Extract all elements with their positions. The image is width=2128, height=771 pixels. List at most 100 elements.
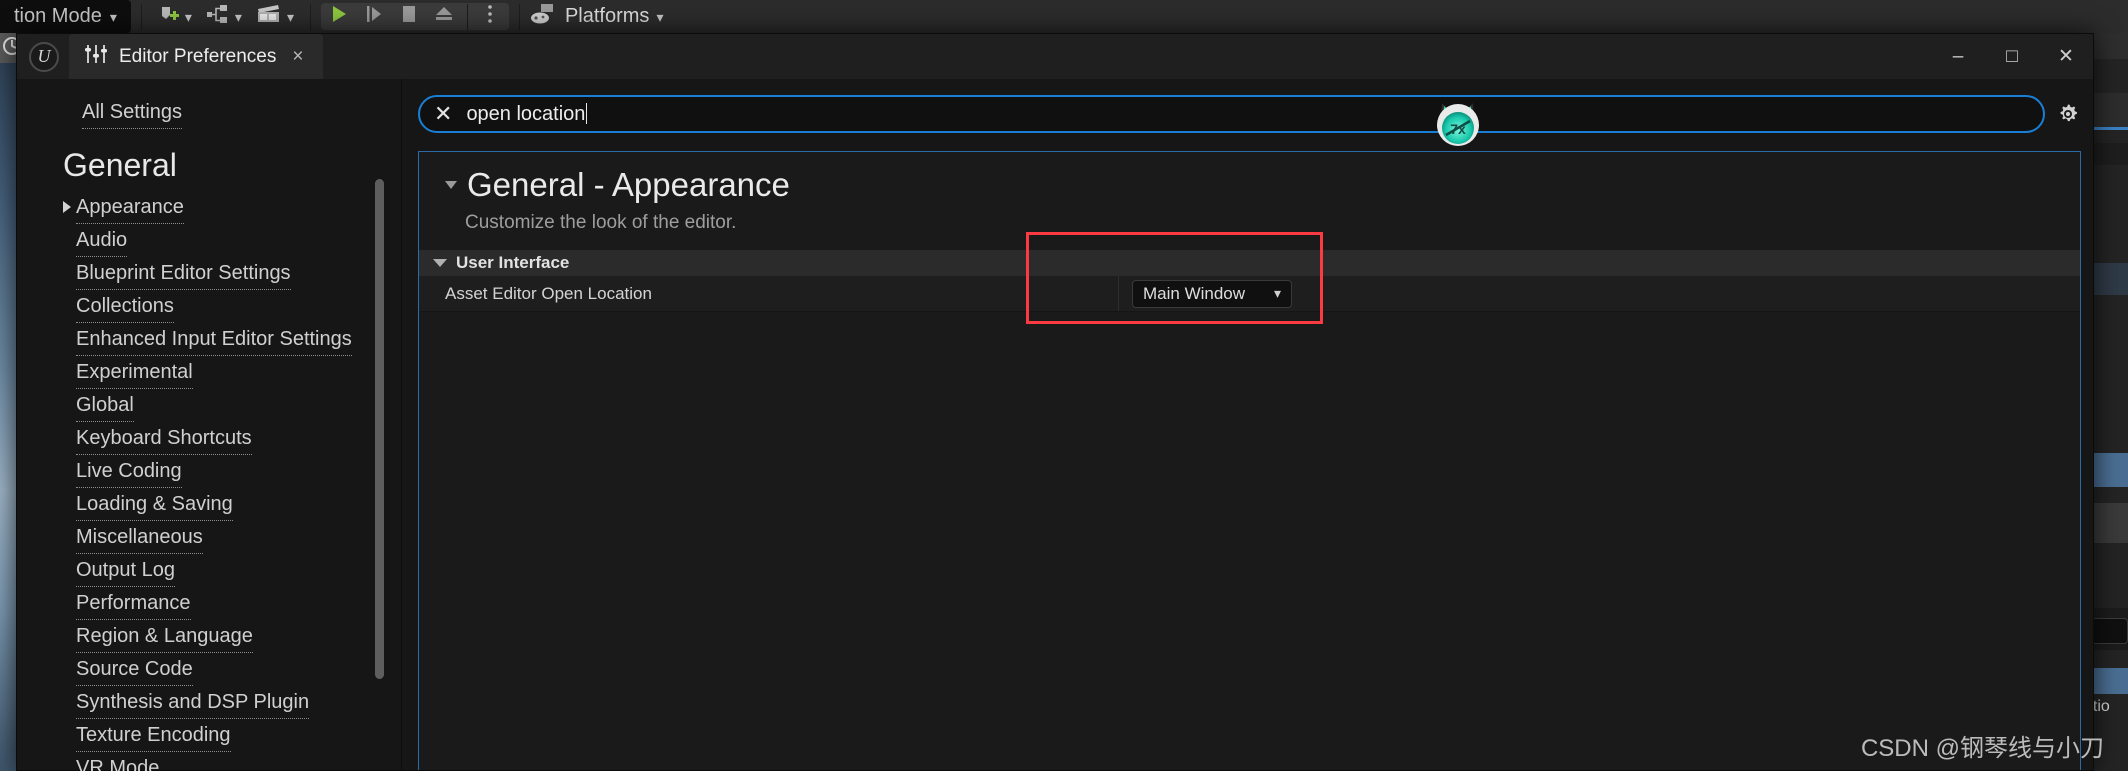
- play-overflow-button[interactable]: [474, 4, 507, 29]
- blueprints-button[interactable]: ▾: [200, 0, 248, 33]
- close-icon[interactable]: ×: [288, 45, 307, 68]
- sidebar-item-source-code[interactable]: Source Code: [17, 652, 401, 686]
- sidebar-item-enhanced-input-editor-settings[interactable]: Enhanced Input Editor Settings: [17, 322, 401, 356]
- chevron-right-icon[interactable]: [63, 200, 71, 213]
- blueprint-node-icon: [206, 4, 230, 29]
- sidebar-item-label[interactable]: Region & Language: [76, 619, 253, 653]
- search-input[interactable]: ✕ open location: [418, 95, 2045, 133]
- selection-mode-tab[interactable]: tion Mode ▾: [0, 0, 131, 33]
- spacer-icon: [63, 597, 71, 609]
- sidebar-item-audio[interactable]: Audio: [17, 223, 401, 257]
- sidebar-item-texture-encoding[interactable]: Texture Encoding: [17, 718, 401, 752]
- chevron-down-icon: ▾: [109, 8, 117, 25]
- chevron-down-icon: ▾: [656, 8, 664, 25]
- sidebar-item-label[interactable]: Performance: [76, 586, 191, 620]
- sidebar-item-loading-and-saving[interactable]: Loading & Saving: [17, 487, 401, 521]
- selection-mode-label: tion Mode: [14, 5, 102, 27]
- chevron-down-icon[interactable]: [433, 259, 447, 267]
- toolbar-create-group: ▾ ▾ ▾: [152, 0, 300, 34]
- eject-button[interactable]: [428, 4, 461, 29]
- eject-icon: [434, 5, 454, 28]
- sidebar-item-label[interactable]: Experimental: [76, 355, 193, 389]
- add-content-button[interactable]: ▾: [152, 0, 198, 34]
- sidebar-item-synthesis-and-dsp-plugin[interactable]: Synthesis and DSP Plugin: [17, 685, 401, 719]
- sidebar-item-label[interactable]: Live Coding: [76, 454, 182, 488]
- page-title: General - Appearance: [467, 166, 790, 203]
- sidebar-item-all-settings[interactable]: All Settings: [82, 95, 183, 129]
- sidebar-item-label[interactable]: Loading & Saving: [76, 487, 233, 521]
- sidebar-item-vr-mode[interactable]: VR Mode: [17, 751, 401, 771]
- spacer-icon: [63, 531, 71, 543]
- sidebar-item-miscellaneous[interactable]: Miscellaneous: [17, 520, 401, 554]
- settings-sidebar: All Settings General Appearance Audio Bl…: [17, 79, 402, 771]
- sidebar-item-output-log[interactable]: Output Log: [17, 553, 401, 587]
- gear-icon[interactable]: [2055, 101, 2081, 127]
- unreal-engine-logo-icon: U: [29, 41, 59, 72]
- editor-main-toolbar: tion Mode ▾ ▾ ▾ ▾ Platforms ▾: [0, 0, 2128, 33]
- panel-header[interactable]: General - Appearance: [419, 152, 2080, 204]
- sidebar-scrollbar[interactable]: [375, 179, 384, 679]
- chevron-down-icon: ▾: [286, 8, 294, 25]
- maximize-button[interactable]: □: [1985, 34, 2039, 79]
- platforms-button[interactable]: Platforms ▾: [530, 3, 664, 31]
- details-panel-field[interactable]: [2090, 618, 2128, 644]
- sidebar-item-label[interactable]: Output Log: [76, 553, 175, 587]
- category-header-user-interface[interactable]: User Interface: [419, 250, 2080, 276]
- sidebar-item-global[interactable]: Global: [17, 388, 401, 422]
- sidebar-item-label[interactable]: VR Mode: [76, 751, 159, 771]
- toolbar-divider: [466, 3, 468, 30]
- play-triangle-icon: [329, 4, 349, 29]
- settings-panel: General - Appearance Customize the look …: [418, 151, 2081, 770]
- sidebar-item-appearance[interactable]: Appearance: [17, 190, 401, 224]
- window-title: Editor Preferences: [119, 45, 277, 67]
- sidebar-item-region-and-language[interactable]: Region & Language: [17, 619, 401, 653]
- chevron-down-icon[interactable]: [445, 181, 457, 189]
- stop-square-icon: [400, 5, 418, 28]
- minimize-button[interactable]: –: [1931, 34, 1985, 79]
- settings-content: ✕ open location General - Appearance Cus…: [402, 79, 2093, 770]
- close-button[interactable]: ✕: [2039, 34, 2093, 79]
- sidebar-item-label[interactable]: Appearance: [76, 190, 184, 224]
- sidebar-item-label[interactable]: Global: [76, 388, 134, 422]
- window-body: All Settings General Appearance Audio Bl…: [17, 79, 2093, 771]
- spacer-icon: [63, 498, 71, 510]
- x-clear-icon[interactable]: ✕: [434, 103, 452, 125]
- spacer-icon: [63, 564, 71, 576]
- property-value-cell: Main Window ▾: [1119, 279, 1292, 308]
- spacer-icon: [63, 729, 71, 741]
- toolbar-divider: [140, 3, 142, 30]
- cat-cursor-7x-icon: 7x: [1428, 95, 1488, 155]
- sidebar-item-label[interactable]: Keyboard Shortcuts: [76, 421, 252, 455]
- sidebar-item-performance[interactable]: Performance: [17, 586, 401, 620]
- platforms-label: Platforms: [564, 5, 650, 27]
- sidebar-item-collections[interactable]: Collections: [17, 289, 401, 323]
- sidebar-item-label[interactable]: Miscellaneous: [76, 520, 203, 554]
- sidebar-item-label[interactable]: Enhanced Input Editor Settings: [76, 322, 352, 356]
- sidebar-item-live-coding[interactable]: Live Coding: [17, 454, 401, 488]
- sidebar-item-experimental[interactable]: Experimental: [17, 355, 401, 389]
- sidebar-item-label[interactable]: Blueprint Editor Settings: [76, 256, 291, 290]
- sidebar-item-keyboard-shortcuts[interactable]: Keyboard Shortcuts: [17, 421, 401, 455]
- spacer-icon: [63, 300, 71, 312]
- sidebar-item-blueprint-editor-settings[interactable]: Blueprint Editor Settings: [17, 256, 401, 290]
- sidebar-item-label[interactable]: Synthesis and DSP Plugin: [76, 685, 310, 719]
- play-button[interactable]: [323, 4, 356, 29]
- sidebar-item-label[interactable]: Texture Encoding: [76, 718, 231, 752]
- sidebar-item-label[interactable]: Collections: [76, 289, 174, 323]
- editor-preferences-tab[interactable]: Editor Preferences ×: [69, 34, 324, 79]
- sidebar-item-label[interactable]: Source Code: [76, 652, 193, 686]
- stop-button[interactable]: [393, 4, 426, 29]
- asset-editor-open-location-dropdown[interactable]: Main Window ▾: [1132, 279, 1292, 308]
- watermark: CSDN @钢琴线与小刀: [1860, 735, 2104, 762]
- spacer-icon: [63, 234, 71, 246]
- skip-button[interactable]: [358, 4, 391, 29]
- cinematics-button[interactable]: ▾: [250, 0, 300, 34]
- spacer-icon: [63, 267, 71, 279]
- sidebar-item-label[interactable]: Audio: [76, 223, 128, 257]
- spacer-icon: [63, 762, 71, 771]
- spacer-icon: [63, 663, 71, 675]
- spacer-icon: [63, 333, 71, 345]
- chevron-down-icon: ▾: [184, 8, 192, 25]
- spacer-icon: [63, 696, 71, 708]
- panel-subtitle: Customize the look of the editor.: [465, 212, 737, 233]
